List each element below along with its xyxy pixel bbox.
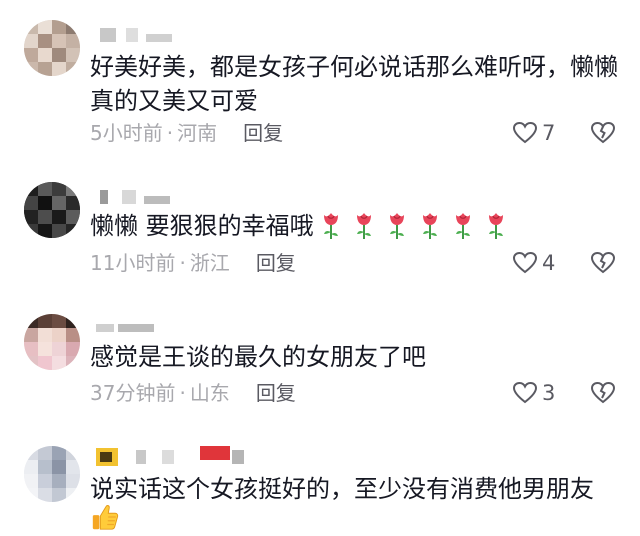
reply-button[interactable]: 回复 — [256, 378, 296, 408]
reply-button[interactable]: 回复 — [243, 118, 283, 148]
comment-text: 懒懒 要狠狠的幸福哦 — [90, 209, 626, 243]
comment-time: 11小时前 — [90, 251, 176, 275]
comment-text-content: 懒懒 要狠狠的幸福哦 — [90, 212, 314, 240]
rose-emoji-row — [314, 212, 509, 240]
comment-region: 河南 — [177, 121, 218, 145]
rose-icon — [323, 213, 338, 239]
comment-region: 浙江 — [189, 251, 230, 275]
comment-text: 感觉是王谈的最久的女朋友了吧 — [90, 343, 426, 371]
heart-icon — [512, 121, 538, 144]
like-count: 3 — [542, 381, 556, 405]
like-button[interactable]: 7 — [512, 118, 555, 148]
heart-icon — [512, 381, 538, 404]
meta-separator: · — [179, 251, 186, 275]
heart-icon — [512, 251, 538, 274]
avatar[interactable] — [24, 446, 80, 502]
reply-button[interactable]: 回复 — [256, 248, 296, 278]
comment-meta: 37分钟前 · 山东 回复 — [90, 378, 296, 408]
rose-icon — [356, 213, 371, 239]
comment-region: 山东 — [189, 381, 230, 405]
meta-separator: · — [166, 121, 174, 145]
comment-text: 说实话这个女孩挺好的，至少没有消费他男朋友 — [90, 475, 594, 503]
rose-icon — [455, 213, 470, 239]
meta-separator: · — [179, 381, 186, 405]
comment-time: 5小时前 — [90, 121, 163, 145]
thumbs-up-icon — [92, 505, 119, 530]
like-button[interactable]: 4 — [512, 248, 555, 278]
like-button[interactable]: 3 — [512, 378, 555, 408]
comment-time: 37分钟前 — [90, 381, 176, 405]
broken-heart-icon[interactable] — [590, 120, 616, 146]
like-count: 4 — [542, 251, 556, 275]
avatar[interactable] — [24, 182, 80, 238]
rose-icon — [422, 213, 437, 239]
comment-meta: 5小时前 · 河南 回复 — [90, 118, 283, 148]
avatar[interactable] — [24, 20, 80, 76]
comment-meta: 11小时前 · 浙江 回复 — [90, 248, 296, 278]
comment-text: 好美好美，都是女孩子何必说话那么难听呀，懒懒真的又美又可爱 — [90, 53, 618, 115]
rose-icon — [488, 213, 503, 239]
rose-icon — [389, 213, 404, 239]
like-count: 7 — [542, 121, 556, 145]
avatar[interactable] — [24, 314, 80, 370]
broken-heart-icon[interactable] — [590, 380, 616, 406]
broken-heart-icon[interactable] — [590, 250, 616, 276]
